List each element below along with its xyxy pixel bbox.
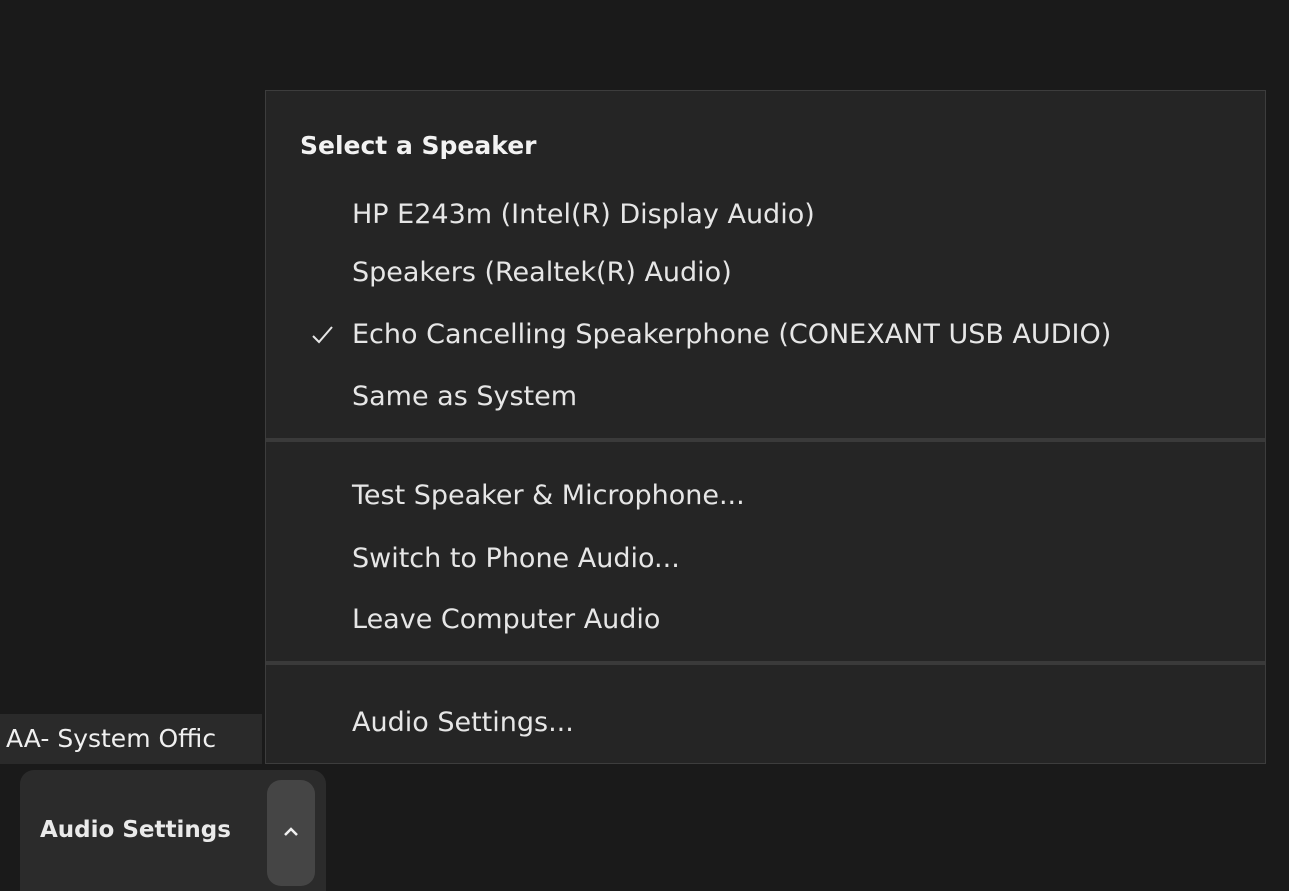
- menu-item-label: Switch to Phone Audio...: [352, 543, 680, 574]
- menu-item-label: Test Speaker & Microphone...: [352, 480, 745, 511]
- audio-options-caret-button[interactable]: [267, 780, 315, 886]
- speaker-option-realtek[interactable]: Speakers (Realtek(R) Audio): [352, 253, 732, 293]
- chevron-up-icon: [281, 824, 301, 843]
- test-speaker-microphone-item[interactable]: Test Speaker & Microphone...: [352, 476, 745, 516]
- select-speaker-header: Select a Speaker: [300, 131, 537, 160]
- speaker-option-hp-display[interactable]: HP E243m (Intel(R) Display Audio): [352, 195, 815, 235]
- meeting-window: Select a Speaker HP E243m (Intel(R) Disp…: [0, 0, 1289, 891]
- speaker-option-label: Same as System: [352, 381, 578, 412]
- audio-dropdown-menu: Select a Speaker HP E243m (Intel(R) Disp…: [265, 90, 1266, 764]
- speaker-option-same-as-system[interactable]: Same as System: [352, 377, 577, 417]
- participant-name-label: AA- System Offic: [0, 714, 262, 764]
- menu-divider: [266, 438, 1265, 442]
- speaker-option-label: HP E243m (Intel(R) Display Audio): [352, 199, 815, 230]
- speaker-option-label: Speakers (Realtek(R) Audio): [352, 257, 732, 288]
- leave-computer-audio-item[interactable]: Leave Computer Audio: [352, 600, 660, 640]
- switch-to-phone-audio-item[interactable]: Switch to Phone Audio...: [352, 539, 680, 579]
- speaker-option-label: Echo Cancelling Speakerphone (CONEXANT U…: [352, 319, 1112, 350]
- audio-settings-menu-item[interactable]: Audio Settings...: [352, 703, 574, 743]
- menu-item-label: Leave Computer Audio: [352, 604, 661, 635]
- speaker-option-echo-cancelling[interactable]: Echo Cancelling Speakerphone (CONEXANT U…: [312, 315, 1112, 355]
- audio-settings-toolbar-button[interactable]: Audio Settings: [20, 770, 326, 891]
- checkmark-icon: [308, 315, 338, 355]
- audio-settings-label: Audio Settings: [40, 817, 231, 843]
- menu-divider: [266, 661, 1265, 665]
- menu-item-label: Audio Settings...: [352, 707, 574, 738]
